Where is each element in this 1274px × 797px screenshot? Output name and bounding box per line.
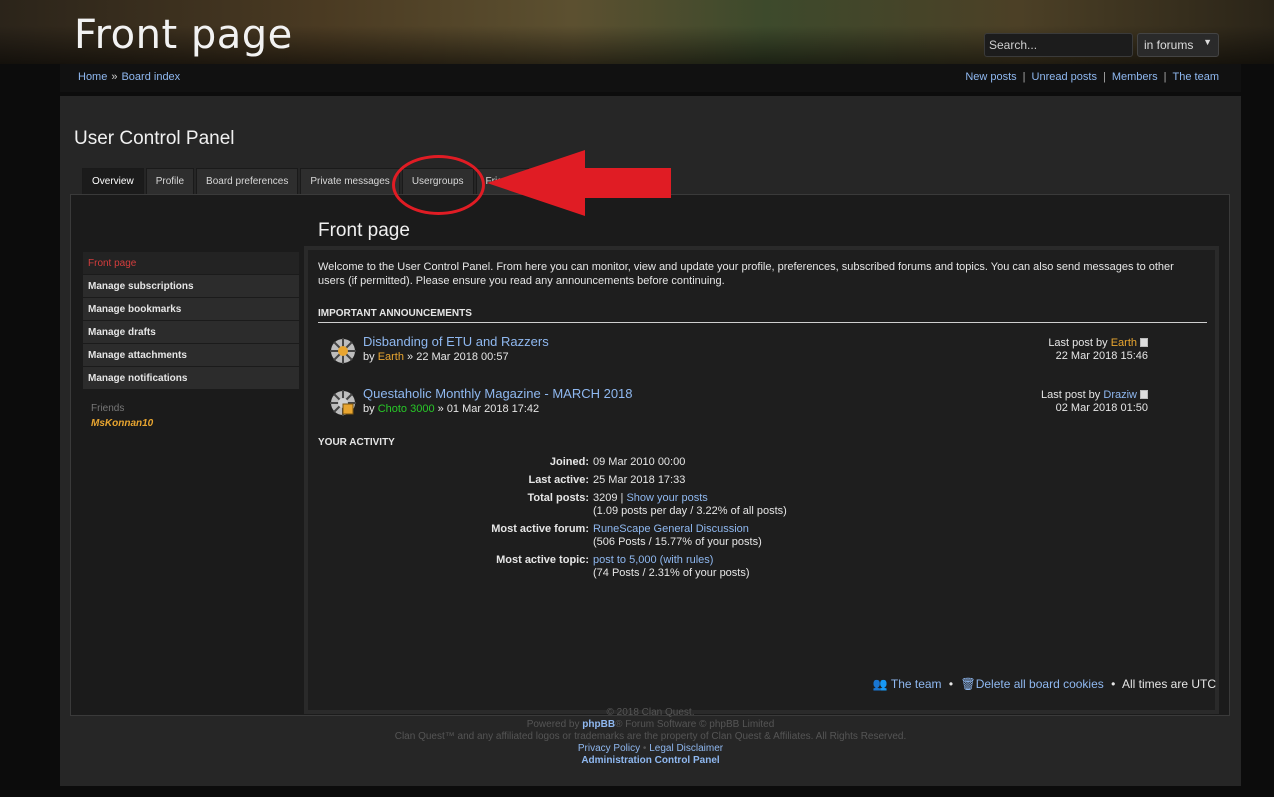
topic-date: » 22 Mar 2018 00:57: [407, 351, 509, 363]
last-post-author-link[interactable]: Draziw: [1103, 389, 1137, 401]
breadcrumb: Home » Board index: [78, 71, 180, 83]
stat-value: 25 Mar 2018 17:33: [593, 474, 686, 486]
friend-link[interactable]: MsKonnan10: [83, 418, 299, 429]
total-posts-count: 3209 |: [593, 492, 624, 504]
stat-label: Most active forum:: [491, 523, 589, 535]
stat-value: 09 Mar 2010 00:00: [593, 456, 686, 468]
active-topic-detail: (74 Posts / 2.31% of your posts): [593, 567, 750, 579]
stat-value: 3209 | Show your posts (1.09 posts per d…: [593, 492, 787, 518]
the-team-link[interactable]: The team: [1173, 71, 1219, 83]
search-scope-value: in forums: [1144, 38, 1194, 52]
tab-board-preferences[interactable]: Board preferences: [196, 168, 299, 194]
last-post-date: 02 Mar 2018 01:50: [1055, 402, 1148, 414]
global-announcement-locked-icon: [330, 390, 356, 416]
active-topic-link[interactable]: post to 5,000 (with rules): [593, 554, 713, 566]
friends-label: Friends: [91, 403, 125, 414]
last-post-author-link[interactable]: Earth: [1111, 337, 1137, 349]
content-title: Front page: [318, 220, 410, 241]
view-latest-post-icon[interactable]: [1140, 338, 1148, 347]
legal-links: Privacy Policy • Legal Disclaimer: [577, 743, 724, 754]
copyright: © 2018 Clan Quest.: [606, 707, 695, 718]
last-post-info: Last post by Earth 22 Mar 2018 15:46: [1048, 337, 1148, 363]
stat-value: post to 5,000 (with rules) (74 Posts / 2…: [593, 554, 750, 580]
stat-label: Joined:: [549, 456, 589, 468]
content-area: Front page Welcome to the User Control P…: [304, 220, 1219, 714]
activity-heading: YOUR ACTIVITY: [318, 437, 395, 448]
trash-icon: 🗑: [960, 677, 976, 691]
stat-label: Last active:: [528, 474, 589, 486]
divider: [318, 322, 1207, 323]
topic-title-link[interactable]: Disbanding of ETU and Razzers: [363, 334, 549, 349]
breadcrumb-board-index[interactable]: Board index: [121, 71, 180, 83]
last-post-date: 22 Mar 2018 15:46: [1055, 350, 1148, 362]
active-forum-detail: (506 Posts / 15.77% of your posts): [593, 536, 762, 548]
view-latest-post-icon[interactable]: [1140, 390, 1148, 399]
side-item-manage-subscriptions[interactable]: Manage subscriptions: [83, 275, 299, 297]
posts-detail: (1.09 posts per day / 3.22% of all posts…: [593, 505, 787, 517]
phpbb-link[interactable]: phpBB: [582, 719, 615, 730]
chevron-down-icon: ▼: [1203, 37, 1212, 47]
timezone-text: All times are UTC: [1121, 677, 1216, 691]
unread-posts-link[interactable]: Unread posts: [1032, 71, 1097, 83]
quick-links: New posts | Unread posts | Members | The team: [965, 71, 1219, 83]
author-link[interactable]: Earth: [378, 351, 404, 363]
trademark-notice: Clan Quest™ and any affiliated logos or …: [394, 731, 907, 742]
search-input[interactable]: [984, 33, 1133, 57]
show-your-posts-link[interactable]: Show your posts: [626, 492, 707, 504]
side-item-manage-bookmarks[interactable]: Manage bookmarks: [83, 298, 299, 320]
by-label: by: [363, 351, 375, 363]
tab-overview[interactable]: Overview: [82, 168, 144, 194]
delete-cookies-link[interactable]: 🗑Delete all board cookies: [960, 677, 1103, 691]
page-title: User Control Panel: [74, 128, 235, 149]
acp-link[interactable]: Administration Control Panel: [60, 755, 1241, 766]
global-announcement-icon: [330, 338, 356, 364]
legal-disclaimer-link[interactable]: Legal Disclaimer: [649, 743, 723, 754]
topic-meta: by Choto 3000 » 01 Mar 2018 17:42: [363, 403, 539, 415]
side-item-front-page[interactable]: Front page: [83, 252, 299, 274]
powered-by: Powered by phpBB® Forum Software © phpBB…: [526, 719, 775, 730]
annotation-arrow-icon: [487, 150, 671, 216]
side-item-manage-attachments[interactable]: Manage attachments: [83, 344, 299, 366]
by-label: by: [363, 403, 375, 415]
side-item-manage-drafts[interactable]: Manage drafts: [83, 321, 299, 343]
content-box: Welcome to the User Control Panel. From …: [304, 246, 1219, 714]
navbar: Home » Board index New posts | Unread posts |…: [60, 64, 1241, 92]
announcements-heading: IMPORTANT ANNOUNCEMENTS: [318, 308, 472, 319]
announcement-topic: Questaholic Monthly Magazine - MARCH 201…: [328, 386, 1203, 426]
new-posts-link[interactable]: New posts: [965, 71, 1016, 83]
last-post-label: Last post by: [1048, 337, 1108, 349]
stat-label: Most active topic:: [496, 554, 589, 566]
ucp-body: Front page Manage subscriptions Manage b…: [70, 194, 1230, 716]
author-link[interactable]: Choto 3000: [378, 403, 435, 415]
topic-meta: by Earth » 22 Mar 2018 00:57: [363, 351, 509, 363]
footer-team-link[interactable]: 👥 The team: [873, 677, 942, 691]
side-item-manage-notifications[interactable]: Manage notifications: [83, 367, 299, 389]
search-scope-select[interactable]: in forums ▼: [1137, 33, 1219, 57]
privacy-policy-link[interactable]: Privacy Policy: [578, 743, 640, 754]
footer-links: 👥 The team • 🗑Delete all board cookies •…: [872, 677, 1216, 691]
topic-date: » 01 Mar 2018 17:42: [437, 403, 540, 415]
welcome-text: Welcome to the User Control Panel. From …: [318, 261, 1174, 287]
last-post-label: Last post by: [1040, 389, 1101, 401]
topic-title-link[interactable]: Questaholic Monthly Magazine - MARCH 201…: [363, 386, 633, 401]
announcement-topic: Disbanding of ETU and Razzers by Earth »…: [328, 334, 1203, 374]
breadcrumb-home[interactable]: Home: [78, 71, 107, 83]
stat-value: RuneScape General Discussion (506 Posts …: [593, 523, 762, 549]
members-link[interactable]: Members: [1112, 71, 1158, 83]
side-menu: Front page Manage subscriptions Manage b…: [83, 252, 299, 429]
footer-team-label: The team: [890, 677, 942, 691]
active-forum-link[interactable]: RuneScape General Discussion: [593, 523, 749, 535]
stat-label: Total posts:: [527, 492, 589, 504]
team-icon: 👥: [872, 677, 888, 691]
breadcrumb-separator: »: [111, 71, 118, 83]
tab-private-messages[interactable]: Private messages: [300, 168, 400, 194]
last-post-info: Last post by Draziw 02 Mar 2018 01:50: [1041, 389, 1148, 415]
delete-cookies-label: Delete all board cookies: [975, 677, 1104, 691]
site-title: Front page: [74, 12, 293, 58]
tab-profile[interactable]: Profile: [145, 168, 195, 194]
annotation-circle: [392, 155, 485, 215]
